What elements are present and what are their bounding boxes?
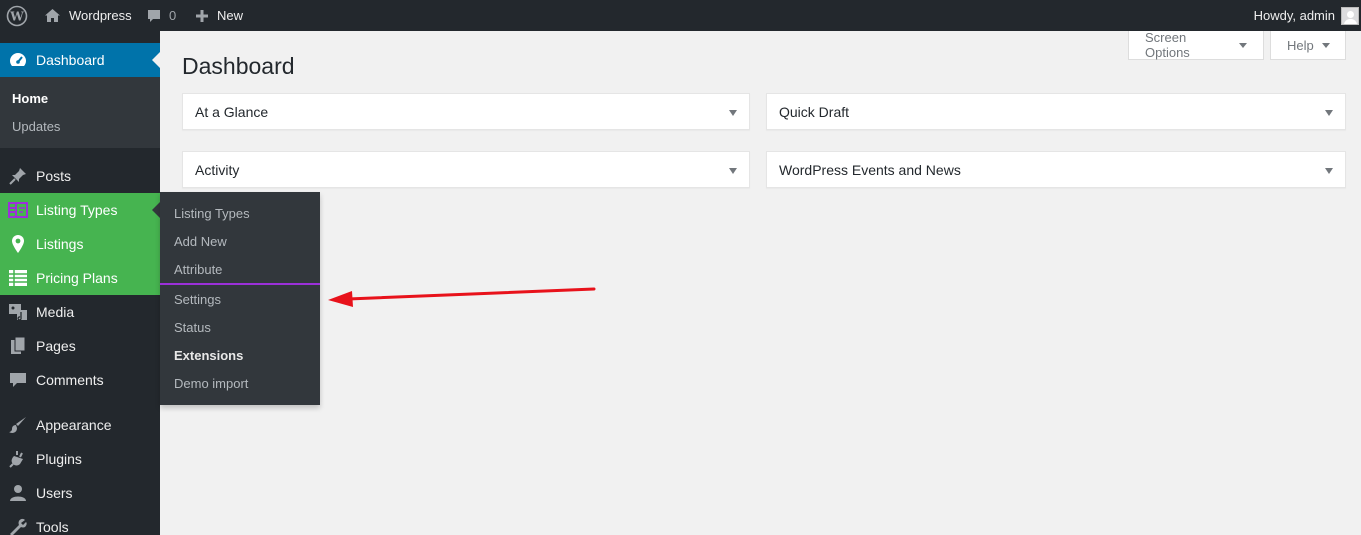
caret-down-icon (1239, 42, 1247, 48)
flyout-item-add-new[interactable]: Add New (174, 234, 227, 249)
plus-icon (195, 9, 209, 23)
widget-title: Activity (195, 161, 240, 178)
widget-activity[interactable]: Activity (182, 151, 750, 188)
comments-link[interactable]: 0 (146, 0, 176, 31)
widget-title: WordPress Events and News (779, 161, 961, 178)
paintbrush-icon (8, 415, 28, 435)
screen-options-label: Screen Options (1145, 30, 1190, 60)
pricing-table-icon (8, 268, 28, 288)
flyout-item-listing-types[interactable]: Listing Types (174, 206, 250, 221)
flyout-item-attribute[interactable]: Attribute (174, 262, 222, 277)
avatar (1341, 6, 1359, 25)
user-icon (8, 483, 28, 503)
sidebar-item-label: Comments (36, 372, 104, 388)
flyout-item-settings[interactable]: Settings (174, 292, 221, 307)
caret-down-icon (1321, 42, 1330, 48)
new-content-link[interactable]: New (195, 0, 243, 31)
sidebar-item-pages[interactable]: Pages (0, 329, 160, 363)
widget-wordpress-events-and-news[interactable]: WordPress Events and News (766, 151, 1346, 188)
pin-icon (8, 166, 28, 186)
site-name-link[interactable]: Wordpress (44, 0, 132, 31)
admin-bar: W Wordpress 0 New Howdy, admin (0, 0, 1361, 31)
sidebar-item-dashboard[interactable]: Dashboard (0, 43, 160, 77)
submenu-home[interactable]: Home (12, 91, 48, 106)
widget-title: At a Glance (195, 103, 269, 120)
media-icon (8, 302, 28, 322)
sidebar-item-label: Tools (36, 519, 69, 535)
sidebar-item-plugins[interactable]: Plugins (0, 442, 160, 476)
sidebar-item-label: Posts (36, 168, 72, 184)
sidebar-item-appearance[interactable]: Appearance (0, 408, 160, 442)
screen-options-button[interactable]: Screen Options (1128, 30, 1264, 60)
toggle-arrow-icon[interactable] (1325, 110, 1333, 116)
sidebar-item-label: Appearance (36, 417, 112, 433)
sidebar-item-label: Listing Types (36, 202, 118, 218)
sidebar-item-label: Dashboard (36, 52, 105, 68)
location-pin-icon (8, 234, 28, 254)
flyout-divider (160, 283, 320, 285)
widget-title: Quick Draft (779, 103, 850, 120)
sidebar-item-label: Listings (36, 236, 84, 252)
home-icon (44, 8, 61, 23)
sidebar-item-pricing-plans[interactable]: Pricing Plans (0, 261, 160, 295)
sidebar-item-posts[interactable]: Posts (0, 159, 160, 193)
my-account-link[interactable]: Howdy, admin (1254, 0, 1361, 31)
wordpress-logo-icon[interactable]: W (6, 0, 28, 31)
toggle-arrow-icon[interactable] (1325, 168, 1333, 174)
sidebar-item-users[interactable]: Users (0, 476, 160, 510)
listing-types-icon (8, 200, 28, 220)
site-name: Wordpress (69, 8, 132, 23)
comment-icon (8, 370, 28, 390)
sidebar-item-media[interactable]: Media (0, 295, 160, 329)
new-label: New (217, 8, 244, 23)
dashboard-gauge-icon (8, 50, 28, 70)
sidebar-item-listings[interactable]: Listings (0, 227, 160, 261)
submenu-updates[interactable]: Updates (12, 119, 60, 134)
help-button[interactable]: Help (1270, 31, 1346, 60)
flyout-item-status[interactable]: Status (174, 320, 211, 335)
dashboard-submenu: Home Updates (0, 77, 160, 148)
sidebar-item-label: Pages (36, 338, 76, 354)
toggle-arrow-icon[interactable] (729, 110, 737, 116)
sidebar-item-comments[interactable]: Comments (0, 363, 160, 397)
admin-sidebar: Dashboard Home Updates Posts Listing Typ… (0, 31, 160, 535)
toggle-arrow-icon[interactable] (729, 168, 737, 174)
page-title: Dashboard (182, 53, 295, 79)
listing-types-flyout-menu: Listing Types Add New Attribute Settings… (160, 192, 320, 405)
sidebar-item-label: Pricing Plans (36, 270, 118, 286)
comment-bubble-icon (146, 8, 162, 24)
plugin-icon (8, 449, 28, 469)
help-label: Help (1287, 37, 1314, 53)
wrench-icon (8, 517, 28, 535)
sidebar-item-tools[interactable]: Tools (0, 510, 160, 535)
svg-text:W: W (9, 9, 24, 23)
comments-count: 0 (169, 8, 177, 23)
sidebar-item-listing-types[interactable]: Listing Types (0, 193, 160, 227)
pages-icon (8, 336, 28, 356)
annotation-arrow-icon (328, 287, 596, 307)
flyout-item-extensions[interactable]: Extensions (174, 348, 243, 363)
sidebar-item-label: Users (36, 485, 73, 501)
flyout-item-demo-import[interactable]: Demo import (174, 376, 248, 391)
widget-at-a-glance[interactable]: At a Glance (182, 93, 750, 130)
sidebar-item-label: Media (36, 304, 75, 320)
widget-quick-draft[interactable]: Quick Draft (766, 93, 1346, 130)
howdy-greeting: Howdy, admin (1253, 8, 1335, 23)
sidebar-item-label: Plugins (36, 451, 82, 467)
